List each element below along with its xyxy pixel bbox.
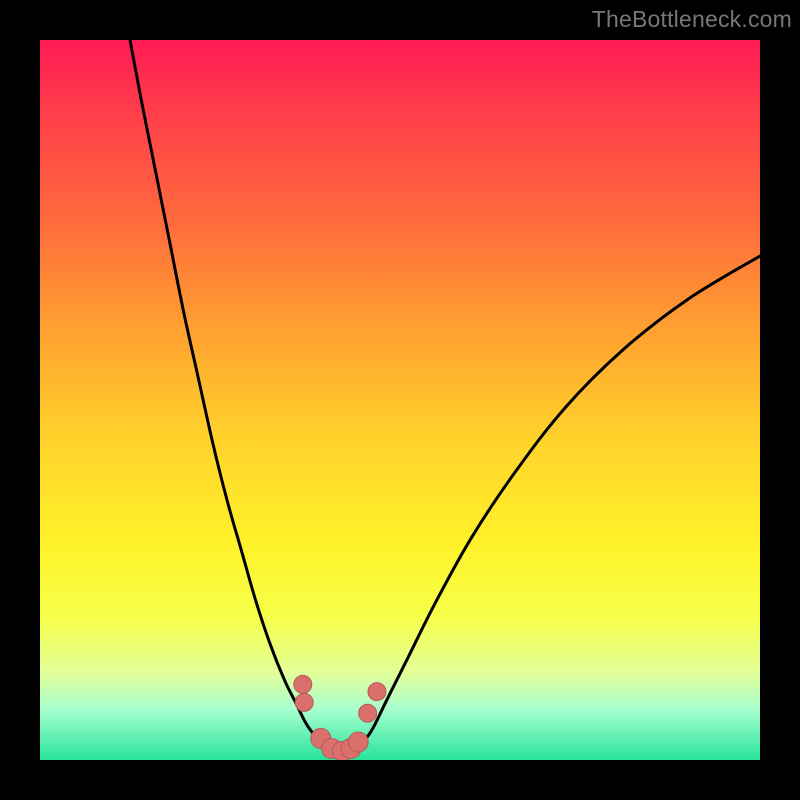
- marker-group: [294, 675, 386, 760]
- curve-left-branch: [130, 40, 328, 749]
- watermark-text: TheBottleneck.com: [592, 6, 792, 33]
- chart-overlay: [40, 40, 760, 760]
- curve-right-branch: [357, 256, 760, 749]
- marker-point: [359, 704, 377, 722]
- marker-point: [295, 693, 313, 711]
- chart-frame: TheBottleneck.com: [0, 0, 800, 800]
- marker-point: [294, 675, 312, 693]
- marker-point: [348, 732, 368, 752]
- marker-point: [368, 683, 386, 701]
